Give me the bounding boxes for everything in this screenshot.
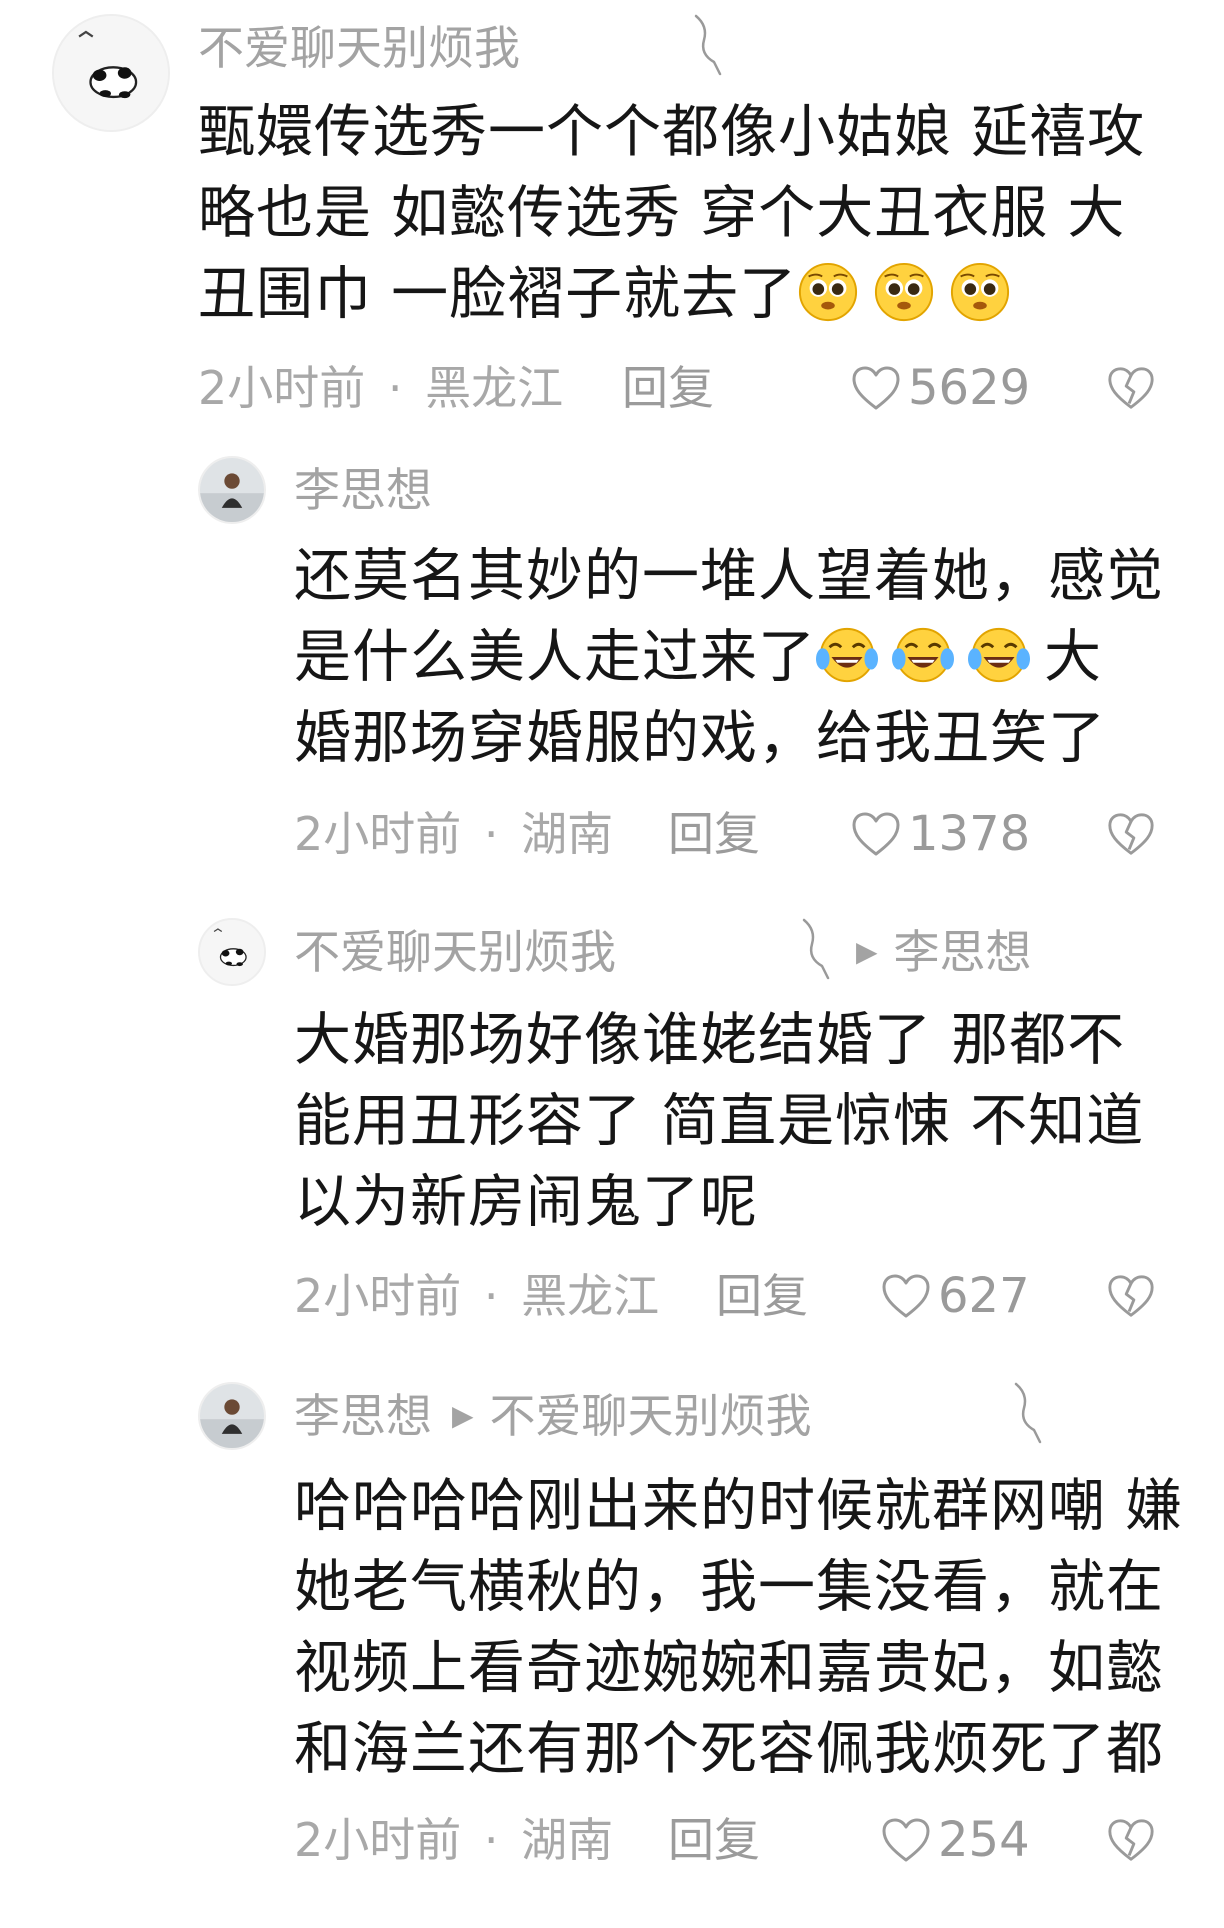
broken-heart-icon [1108, 1819, 1154, 1861]
author-squiggle-icon [1010, 1382, 1046, 1446]
like-count: 627 [938, 1268, 1030, 1324]
heart-outline-icon [852, 366, 900, 410]
dislike-button[interactable] [1106, 1272, 1156, 1320]
separator: · [483, 1269, 499, 1323]
reply-button[interactable]: 回复 [716, 1268, 808, 1324]
location: 湖南 [521, 1813, 614, 1867]
reply-to-username[interactable]: 李思想 [894, 925, 1032, 979]
comment-meta: 2小时前 · 黑龙江 [294, 1268, 659, 1324]
reply-to-username[interactable]: 不爱聊天别烦我 [490, 1389, 812, 1443]
like-count: 1378 [908, 806, 1031, 862]
pleading-face-emoji [873, 261, 935, 323]
tears-of-joy-emoji [816, 624, 878, 686]
separator: · [483, 807, 499, 861]
location: 黑龙江 [425, 361, 564, 415]
location: 黑龙江 [521, 1269, 660, 1323]
dislike-button[interactable] [1106, 1816, 1156, 1864]
reply-button[interactable]: 回复 [668, 806, 760, 862]
comment-text: 哈哈哈哈刚出来的时候就群网嘲 嫌 她老气横秋的，我一集没看，就在 视频上看奇迹婉… [294, 1473, 1184, 1782]
broken-heart-icon [1108, 1275, 1154, 1317]
username[interactable]: 李思想 [294, 462, 432, 518]
timestamp: 2小时前 [294, 1269, 462, 1323]
like-count: 5629 [908, 360, 1031, 416]
comment-text: 还莫名其妙的一堆人望着她，感觉 是什么美人走过来了大 婚那场穿婚服的戏，给我丑笑… [294, 543, 1164, 771]
username[interactable]: 李思想 [294, 1389, 432, 1443]
timestamp: 2小时前 [198, 361, 366, 415]
username[interactable]: 不爱聊天别烦我 [198, 20, 520, 76]
tears-of-joy-emoji [968, 624, 1030, 686]
comment-text: 大婚那场好像谁姥结婚了 那都不 能用丑形容了 简直是惊悚 不知道 以为新房闹鬼了… [294, 1007, 1145, 1235]
heart-outline-icon [882, 1818, 930, 1862]
tears-of-joy-emoji [892, 624, 954, 686]
like-button[interactable]: 254 [880, 1812, 1030, 1868]
pleading-face-emoji [797, 261, 859, 323]
dislike-button[interactable] [1106, 364, 1156, 412]
play-triangle-icon: ▶ [856, 934, 878, 968]
like-button[interactable]: 627 [880, 1268, 1030, 1324]
timestamp: 2小时前 [294, 1813, 462, 1867]
heart-outline-icon [852, 812, 900, 856]
avatar[interactable] [198, 456, 266, 524]
like-button[interactable]: 1378 [850, 806, 1030, 862]
avatar[interactable] [52, 14, 170, 132]
author-squiggle-icon [798, 918, 834, 982]
heart-outline-icon [882, 1274, 930, 1318]
author-squiggle-icon [690, 14, 726, 78]
location: 湖南 [521, 807, 614, 861]
comment-meta: 2小时前 · 湖南 [294, 806, 613, 862]
reply-target: ▶ 李思想 [856, 924, 1032, 984]
broken-heart-icon [1108, 367, 1154, 409]
dislike-button[interactable] [1106, 810, 1156, 858]
reply-header: 李思想 ▶ 不爱聊天别烦我 [294, 1388, 812, 1448]
reply-button[interactable]: 回复 [668, 1812, 760, 1868]
avatar[interactable] [198, 1382, 266, 1450]
separator: · [387, 361, 403, 415]
pleading-face-emoji [949, 261, 1011, 323]
like-count: 254 [938, 1812, 1030, 1868]
play-triangle-icon: ▶ [452, 1398, 474, 1432]
timestamp: 2小时前 [294, 807, 462, 861]
like-button[interactable]: 5629 [850, 360, 1030, 416]
username[interactable]: 不爱聊天别烦我 [294, 925, 616, 979]
reply-button[interactable]: 回复 [622, 360, 714, 416]
broken-heart-icon [1108, 813, 1154, 855]
reply-header: 不爱聊天别烦我 [294, 924, 616, 980]
separator: · [483, 1813, 499, 1867]
comment-meta: 2小时前 · 湖南 [294, 1812, 613, 1868]
comment-text: 甄嬛传选秀一个个都像小姑娘 延禧攻 略也是 如懿传选秀 穿个大丑衣服 大 丑围巾… [198, 99, 1146, 327]
comment-meta: 2小时前 · 黑龙江 [198, 360, 563, 416]
avatar[interactable] [198, 918, 266, 986]
